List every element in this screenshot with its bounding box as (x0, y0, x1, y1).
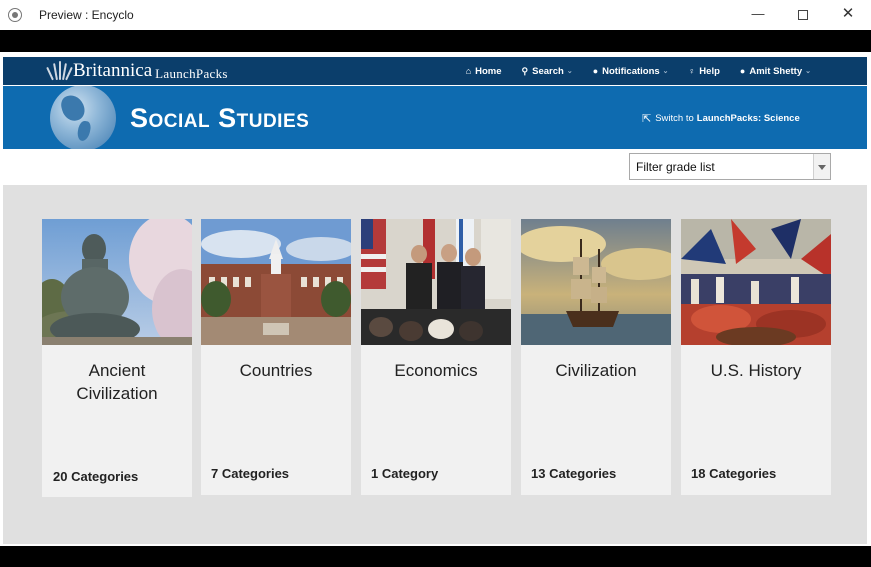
chevron-down-icon: ⌄ (566, 68, 573, 75)
close-button[interactable]: ✕ (825, 0, 871, 30)
card-category-count: 20 Categories (53, 469, 139, 484)
nav-notifications-label: Notifications (602, 65, 660, 77)
top-black-bar (0, 30, 871, 52)
card-category-count: 13 Categories (531, 466, 617, 481)
dropdown-arrow-icon[interactable] (813, 154, 830, 179)
close-icon: ✕ (841, 5, 855, 22)
topic-card-us-history[interactable]: U.S. History 18 Categories (681, 219, 831, 495)
card-category-count: 18 Categories (691, 466, 777, 481)
government-building-image[interactable] (201, 219, 351, 345)
nav-user-menu[interactable]: ● Amit Shetty ⌄ (740, 66, 811, 77)
bottom-black-bar (0, 546, 871, 567)
card-title[interactable]: Countries (206, 359, 346, 382)
switch-target: LaunchPacks: Science (696, 113, 800, 124)
home-icon: ⌂ (465, 66, 472, 76)
user-icon: ● (739, 66, 746, 76)
chevron-down-icon: ⌄ (662, 68, 669, 75)
nav-help-label: Help (699, 65, 720, 77)
switch-prefix: Switch to (655, 113, 694, 124)
card-title[interactable]: Civilization (526, 359, 666, 382)
app-content: Britannica LaunchPacks ⌂ Home ⚲ Search ⌄… (3, 57, 867, 544)
switch-subject-link[interactable]: ⇱ Switch to LaunchPacks: Science (642, 112, 800, 125)
main-nav: ⌂ Home ⚲ Search ⌄ ● Notifications ⌄ ♀ He… (446, 57, 811, 85)
nav-search[interactable]: ⚲ Search ⌄ (522, 66, 573, 77)
maximize-button[interactable] (780, 0, 826, 30)
topic-card-ancient-civilization[interactable]: Ancient Civilization 20 Categories (42, 219, 192, 497)
grade-filter-select[interactable]: Filter grade list (629, 153, 831, 180)
thistle-logo-icon (46, 60, 73, 82)
nav-notifications[interactable]: ● Notifications ⌄ (593, 66, 669, 77)
tall-ship-image[interactable] (521, 219, 671, 345)
topic-card-countries[interactable]: Countries 7 Categories (201, 219, 351, 495)
buddha-statue-image[interactable] (42, 219, 192, 345)
leaders-handshake-image[interactable] (361, 219, 511, 345)
nav-help[interactable]: ♀ Help (689, 66, 720, 77)
card-title[interactable]: U.S. History (686, 359, 826, 382)
maximize-icon (798, 9, 808, 20)
minimize-button[interactable]: — (735, 0, 781, 30)
nav-user-label: Amit Shetty (749, 65, 803, 77)
globe-icon (50, 86, 116, 149)
chat-bubble-icon: ● (592, 66, 599, 76)
card-category-count: 1 Category (371, 466, 439, 481)
card-category-count: 7 Categories (211, 466, 290, 481)
window-title: Preview : Encyclo (39, 8, 134, 22)
page-title: Social Studies (130, 103, 310, 133)
lightbulb-icon: ♀ (688, 66, 696, 76)
britannica-logo[interactable]: Britannica LaunchPacks (46, 59, 228, 83)
nav-search-label: Search (532, 65, 564, 77)
chevron-down-icon: ⌄ (805, 68, 811, 75)
external-link-icon: ⇱ (642, 113, 652, 125)
app-icon (8, 8, 22, 22)
nav-home[interactable]: ⌂ Home (466, 66, 502, 77)
card-title[interactable]: Economics (366, 359, 506, 382)
search-icon: ⚲ (521, 65, 529, 76)
card-title[interactable]: Ancient Civilization (47, 359, 187, 405)
topics-panel: Ancient Civilization 20 Categories Count… (3, 185, 867, 544)
battle-painting-image[interactable] (681, 219, 831, 345)
nav-home-label: Home (475, 65, 502, 77)
product-name: LaunchPacks (155, 65, 228, 81)
top-nav-bar: Britannica LaunchPacks ⌂ Home ⚲ Search ⌄… (3, 57, 867, 85)
topic-card-economics[interactable]: Economics 1 Category (361, 219, 511, 495)
subject-banner: Social Studies ⇱ Switch to LaunchPacks: … (3, 86, 867, 149)
window-titlebar: Preview : Encyclo — ✕ (0, 0, 871, 30)
topic-card-civilization[interactable]: Civilization 13 Categories (521, 219, 671, 495)
grade-filter-value: Filter grade list (636, 160, 715, 174)
brand-name: Britannica (73, 60, 153, 81)
minimize-icon: — (751, 6, 765, 21)
